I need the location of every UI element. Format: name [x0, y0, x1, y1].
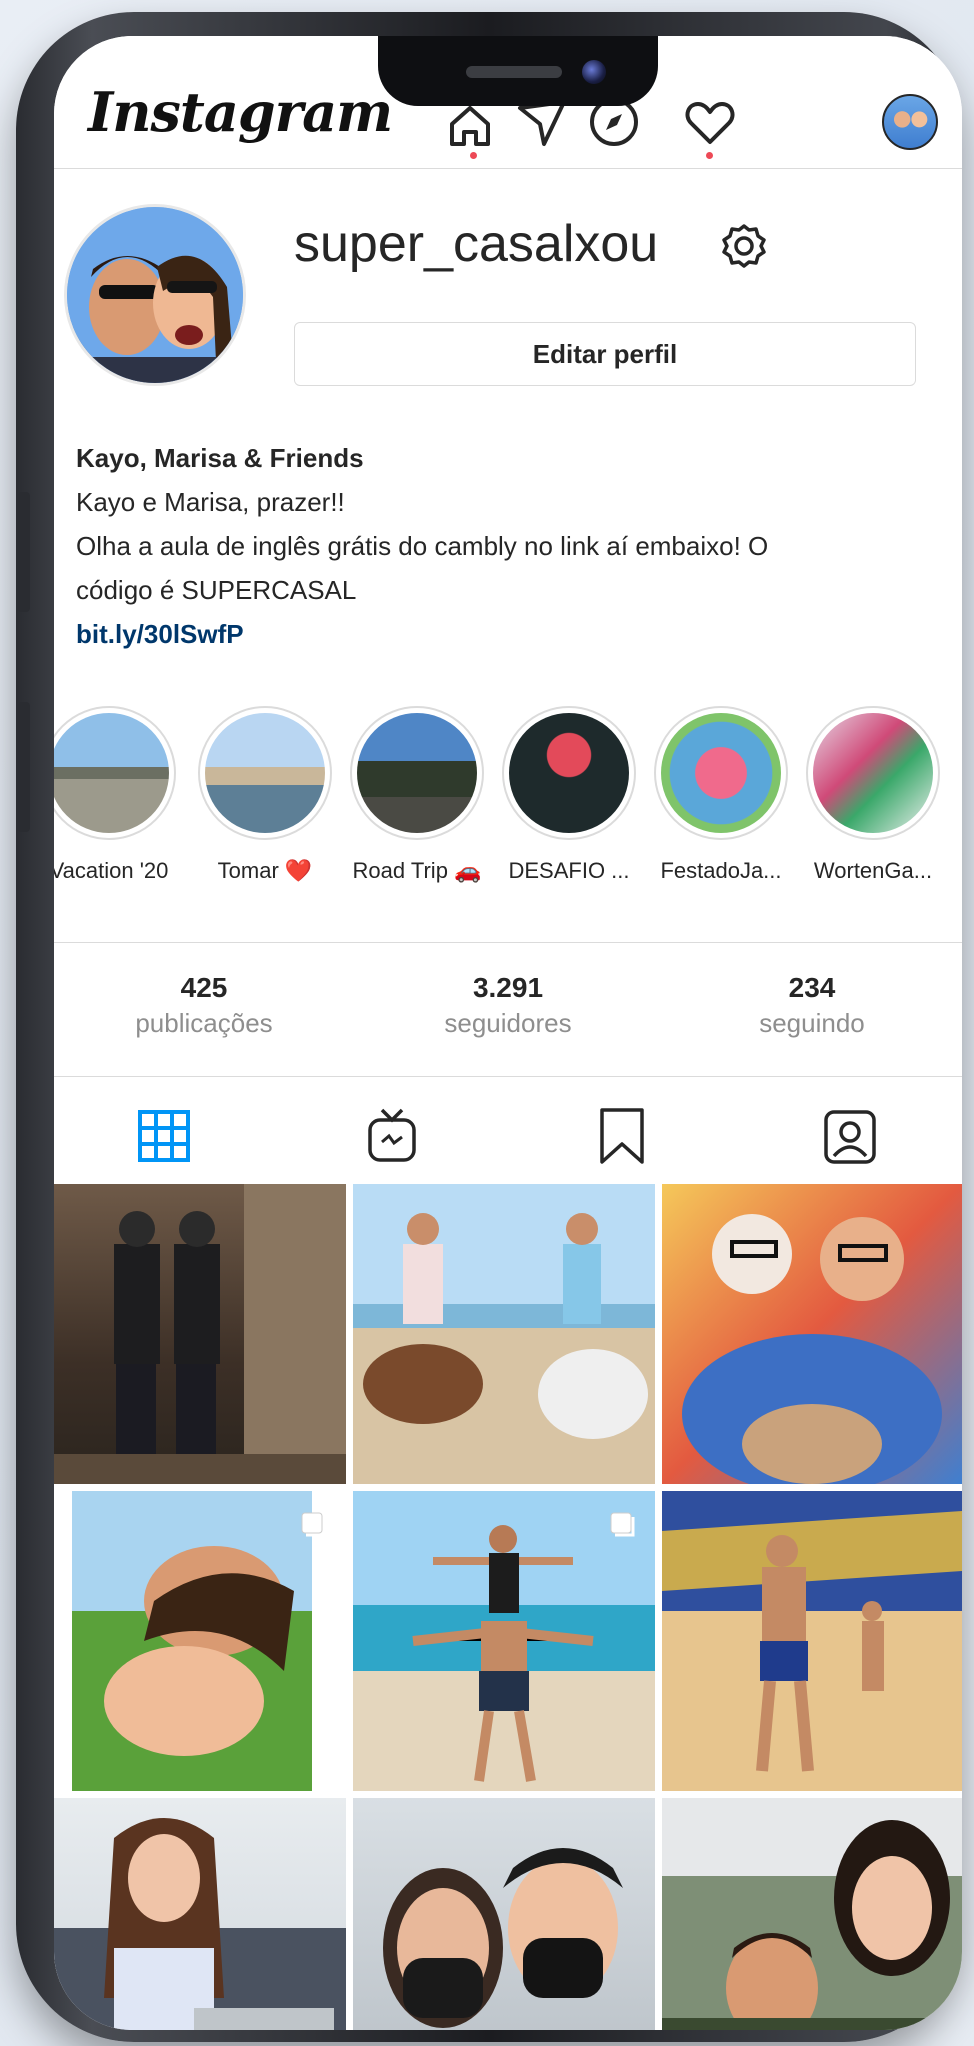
stat-followers[interactable]: 3.291 seguidores [358, 954, 658, 1039]
profile-picture[interactable] [64, 204, 246, 386]
profile-avatar-icon[interactable] [882, 94, 938, 150]
bio-line: Kayo e Marisa, prazer!! [76, 487, 345, 517]
post-thumbnail[interactable] [353, 1798, 655, 2030]
post-image [383, 1848, 623, 2028]
profile-photo [67, 207, 243, 383]
bio-link[interactable]: bit.ly/30lSwfP [76, 612, 936, 656]
highlight-label: Road Trip 🚗 [352, 858, 482, 883]
post-image [682, 1214, 942, 1484]
carousel-icon [610, 1512, 635, 1537]
tagged-icon[interactable] [820, 1106, 880, 1166]
highlight-worten[interactable]: WortenGa... [798, 706, 948, 884]
highlight-cover [813, 713, 933, 833]
instagram-logo[interactable]: Instagram [88, 80, 393, 144]
front-camera [582, 60, 606, 84]
highlight-cover [54, 713, 169, 833]
stat-following-label: seguindo [759, 1008, 865, 1038]
highlight-label: Tomar ❤️ [217, 858, 313, 883]
highlight-vacation[interactable]: Vacation '20 [54, 706, 184, 884]
volume-down-button [18, 702, 30, 832]
edit-profile-button[interactable]: Editar perfil [294, 322, 916, 386]
saved-icon[interactable] [592, 1106, 652, 1166]
stat-posts[interactable]: 425 publicações [54, 954, 354, 1039]
highlight-cover [205, 713, 325, 833]
highlight-label: Vacation '20 [54, 858, 169, 883]
stat-following-value: 234 [788, 972, 836, 1003]
post-image [662, 1820, 962, 2030]
stat-following[interactable]: 234 seguindo [662, 954, 962, 1039]
profile-username: super_casalxou [294, 215, 659, 273]
activity-heart-icon[interactable] [682, 94, 738, 150]
stat-followers-value: 3.291 [472, 972, 544, 1003]
post-image [54, 1818, 346, 2030]
bio-name: Kayo, Marisa & Friends [76, 443, 364, 473]
bio-line: código é SUPERCASAL [76, 575, 357, 605]
story-highlights: Vacation '20 Tomar ❤️ Road Trip 🚗 DESAFI… [54, 706, 962, 936]
divider [54, 1076, 962, 1077]
home-notification-dot [470, 152, 477, 159]
post-thumbnail[interactable] [662, 1184, 962, 1484]
post-thumbnail[interactable] [353, 1491, 655, 1791]
speaker-grille [466, 66, 562, 78]
stat-posts-label: publicações [135, 1008, 273, 1038]
bio-line: Olha a aula de inglês grátis do cambly n… [76, 531, 769, 561]
highlight-road-trip[interactable]: Road Trip 🚗 [342, 706, 492, 884]
highlight-label: WortenGa... [813, 858, 933, 883]
highlight-festa-japao[interactable]: FestadoJa... [646, 706, 796, 884]
activity-notification-dot [706, 152, 713, 159]
stat-followers-label: seguidores [444, 1008, 572, 1038]
stat-posts-value: 425 [180, 972, 228, 1003]
highlight-label: FestadoJa... [660, 858, 782, 883]
divider [54, 942, 962, 943]
post-thumbnail[interactable] [54, 1491, 346, 1791]
post-thumbnail[interactable] [353, 1184, 655, 1484]
igtv-icon[interactable] [362, 1106, 422, 1166]
carousel-icon [301, 1512, 326, 1537]
post-image [363, 1213, 648, 1439]
profile-stats: 425 publicações 3.291 seguidores 234 seg… [54, 954, 962, 1084]
grid-icon[interactable] [134, 1106, 194, 1166]
profile-tabs [54, 1086, 962, 1184]
volume-up-button [18, 492, 30, 612]
post-thumbnail[interactable] [54, 1798, 346, 2030]
post-image [662, 1511, 962, 1772]
highlight-label: DESAFIO ... [508, 858, 630, 883]
highlight-cover [509, 713, 629, 833]
profile-bio: Kayo, Marisa & Friends Kayo e Marisa, pr… [76, 436, 936, 656]
post-image [54, 1184, 346, 1484]
highlight-tomar[interactable]: Tomar ❤️ [190, 706, 340, 884]
phone-screen: Instagram super_casalxou Editar perfil K… [54, 36, 962, 2030]
post-thumbnail[interactable] [662, 1798, 962, 2030]
post-thumbnail[interactable] [54, 1184, 346, 1484]
phone-notch [378, 36, 658, 106]
post-thumbnail[interactable] [662, 1491, 962, 1791]
settings-gear-icon[interactable] [720, 222, 768, 270]
highlight-cover [661, 713, 781, 833]
highlight-cover [357, 713, 477, 833]
highlight-desafio[interactable]: DESAFIO ... [494, 706, 644, 884]
